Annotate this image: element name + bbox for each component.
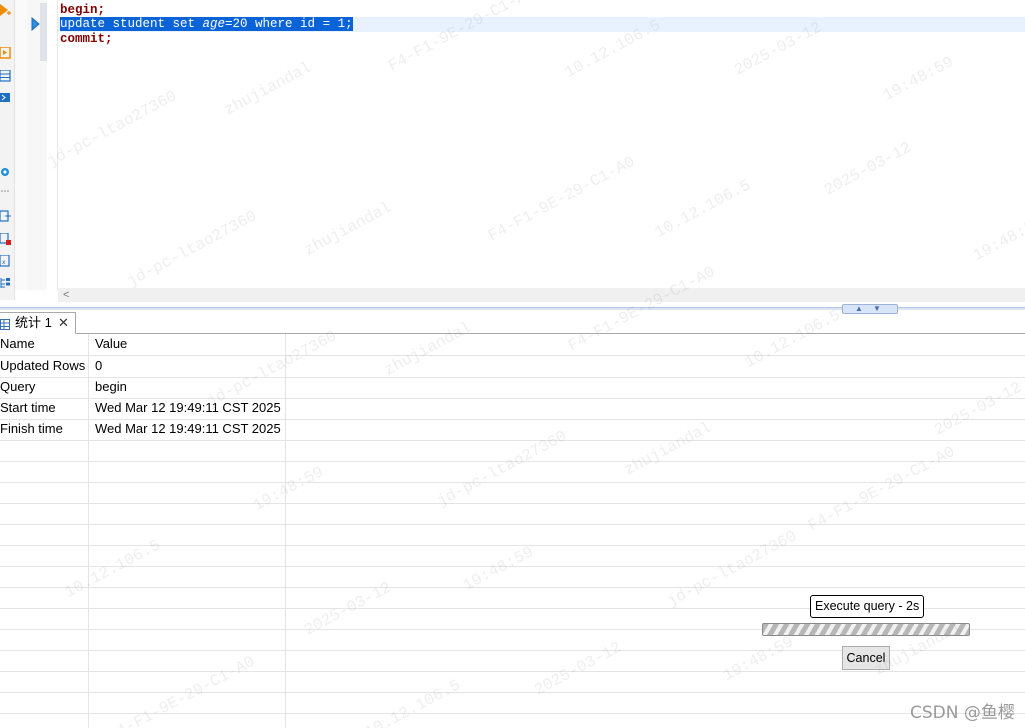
column-header-value: Value [95,336,128,351]
row-value-cell: Wed Mar 12 19:49:11 CST 2025 [95,400,281,415]
watermark-credit: CSDN @鱼樱 [910,703,1015,723]
column-header-row: Name Value [0,334,1025,356]
row-value-cell: begin [95,379,127,394]
code-line-1-text: begin; [60,3,106,17]
more-icon[interactable] [0,189,11,193]
code-line-1: begin; [58,3,1025,18]
export-icon[interactable] [0,210,11,222]
empty-row [0,440,1025,462]
empty-row [0,566,1025,588]
gear-icon[interactable] [0,166,11,177]
editor-horizontal-scrollbar[interactable]: < [58,288,1025,302]
empty-row [0,692,1025,714]
tab-statistics[interactable]: 统计 1 ✕ [0,312,76,334]
column-header-name: Name [0,336,35,351]
current-line-arrow-icon [31,16,40,36]
scroll-left-icon[interactable]: < [63,288,69,302]
close-icon[interactable]: ✕ [58,313,69,332]
execution-range-marker [40,3,47,61]
run-icon[interactable] [0,47,11,59]
empty-row [0,545,1025,567]
tab-label: 统计 1 [15,315,52,330]
table-row[interactable]: Start time Wed Mar 12 19:49:11 CST 2025 [0,398,1025,420]
empty-row [0,524,1025,546]
code-line-3-text: commit; [60,32,113,46]
empty-row [0,671,1025,693]
row-value-cell: 0 [95,358,103,373]
column-divider[interactable] [285,334,286,728]
table-row[interactable]: Updated Rows 0 [0,356,1025,378]
row-name-cell: Finish time [0,421,63,436]
sql-editor[interactable]: begin; update student set age=20 where i… [58,0,1025,288]
empty-row [0,461,1025,483]
empty-row [0,713,1025,728]
new-query-icon[interactable] [0,4,11,16]
result-tab-bar: 统计 1 ✕ [0,312,1025,334]
editor-gutter [15,0,27,290]
empty-row [0,503,1025,525]
code-line-2-suffix: =20 where id = 1; [225,17,353,31]
row-name-cell: Start time [0,400,56,415]
side-toolbar: x [0,0,15,300]
console-icon[interactable] [0,92,11,103]
table-row[interactable]: Finish time Wed Mar 12 19:49:11 CST 2025 [0,419,1025,441]
excel-file-icon[interactable]: x [0,255,11,267]
row-value-cell: Wed Mar 12 19:49:11 CST 2025 [95,421,281,436]
row-name-cell: Query [0,379,36,394]
file-error-icon[interactable] [0,233,11,245]
code-line-3: commit; [58,32,1025,47]
execute-query-status: Execute query - 2s [810,595,925,618]
empty-row [0,482,1025,504]
code-line-2: update student set age=20 where id = 1; [58,17,1025,32]
structure-icon[interactable] [0,277,11,288]
selected-statement[interactable]: update student set age=20 where id = 1; [60,17,353,31]
code-line-2-column: age [202,17,226,31]
cancel-button[interactable]: Cancel [842,646,890,670]
svg-text:x: x [2,259,6,266]
query-progress-bar [762,623,970,636]
row-name-cell: Updated Rows [0,358,86,373]
column-divider[interactable] [88,334,89,728]
table-row[interactable]: Query begin [0,377,1025,399]
code-line-2-prefix: update student set [60,17,203,31]
table-icon[interactable] [0,70,11,82]
